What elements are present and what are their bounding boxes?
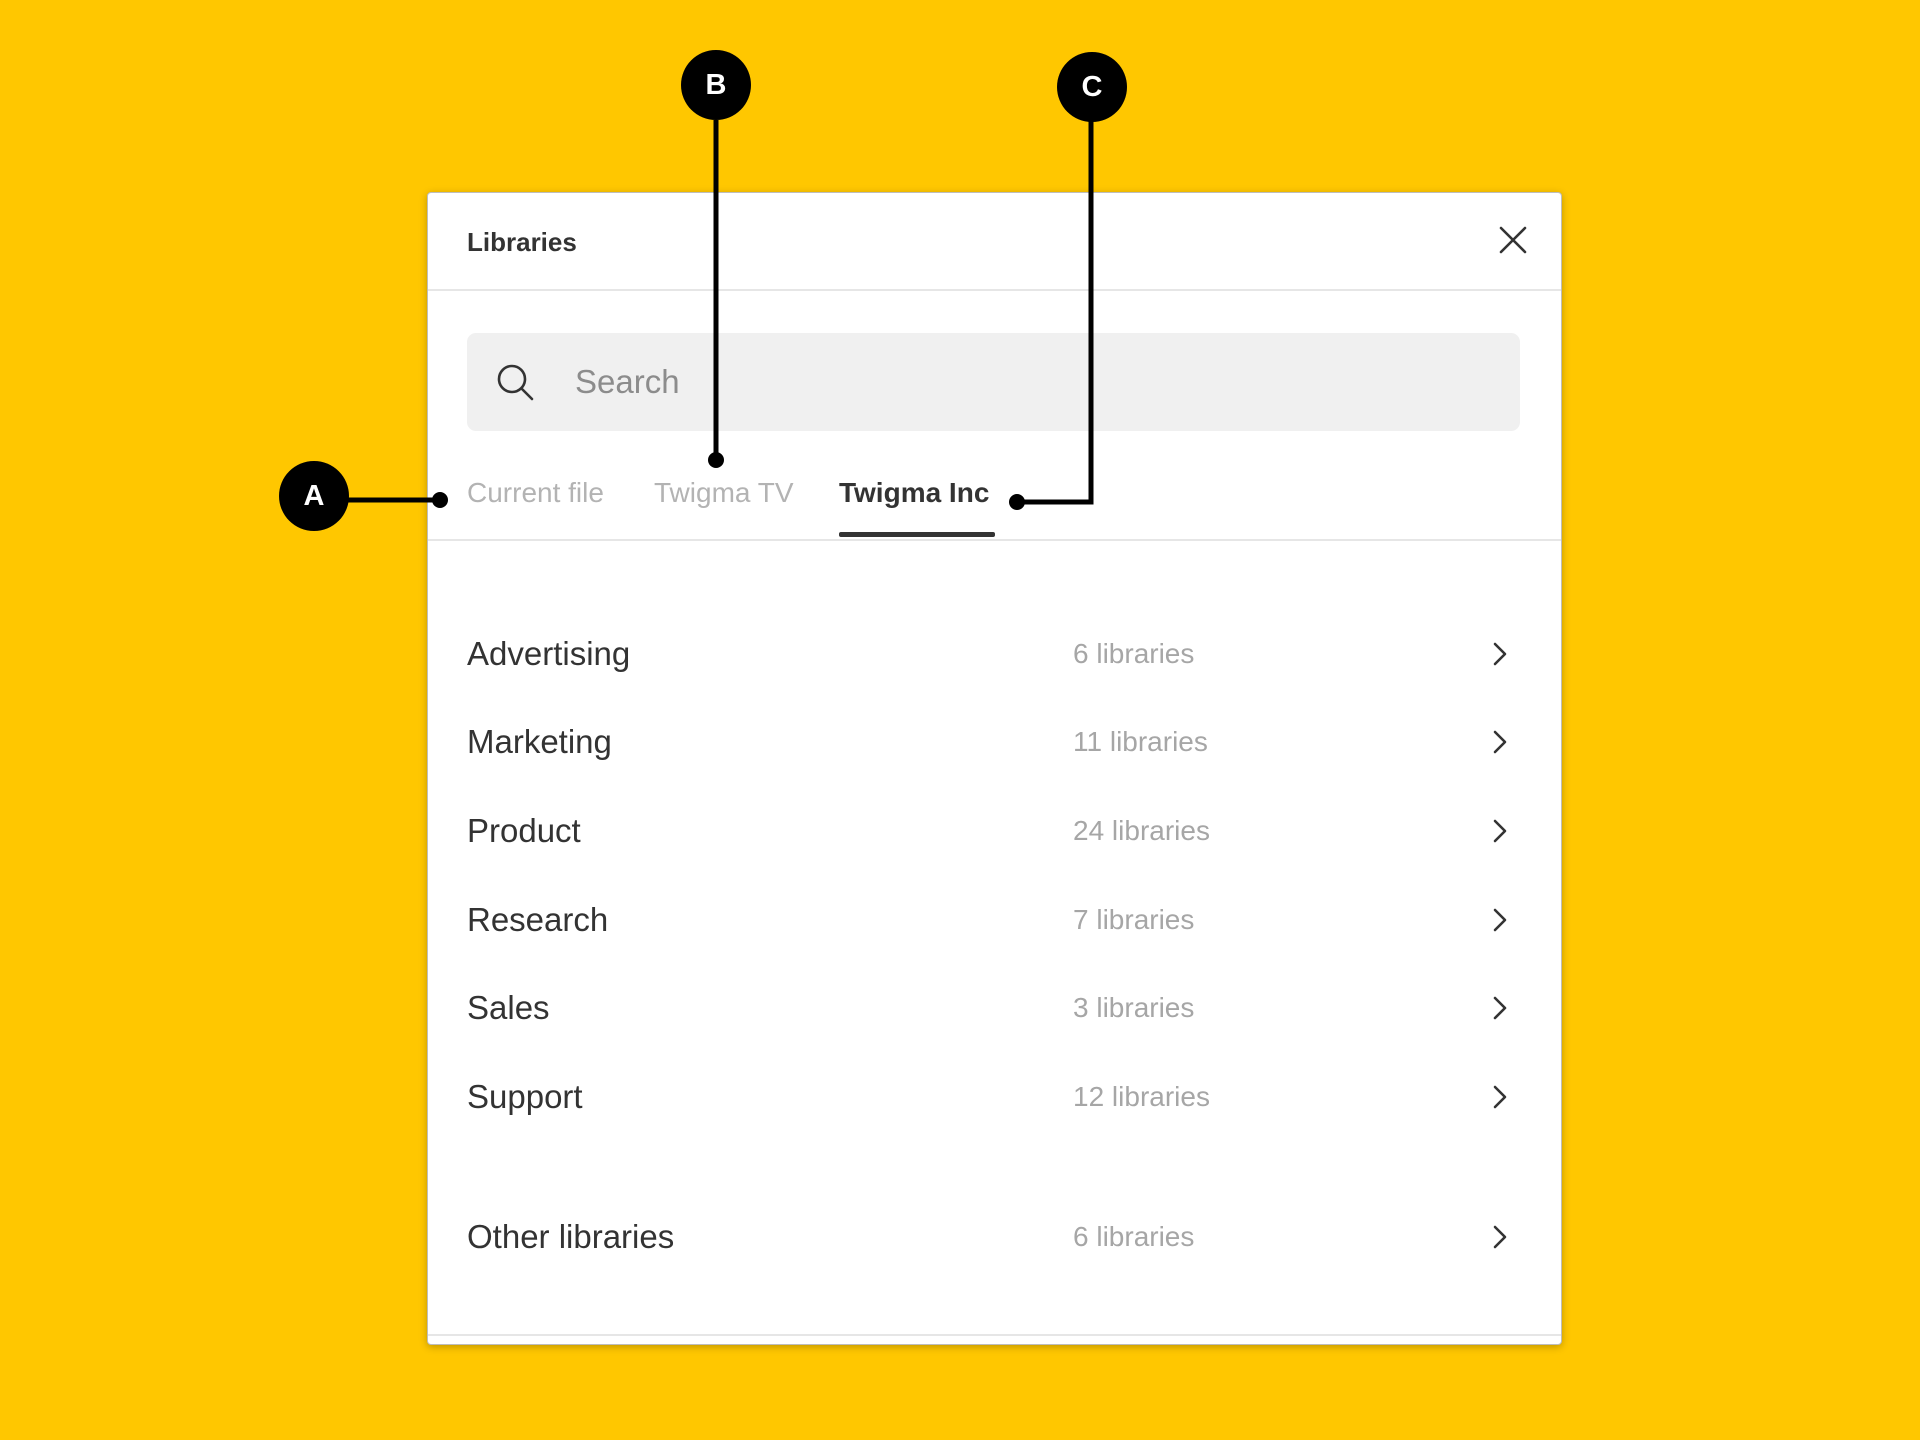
library-count: 7 libraries	[1073, 904, 1195, 935]
library-count: 11 libraries	[1073, 726, 1208, 757]
list-item-product[interactable]: Product 24 libraries	[428, 787, 1561, 875]
team-name: Sales	[467, 989, 550, 1026]
search-box[interactable]	[467, 333, 1520, 431]
tab-label: Twigma Inc	[839, 477, 990, 508]
library-count: 24 libraries	[1073, 815, 1210, 846]
panel-header: Libraries	[428, 193, 1561, 291]
list-item-marketing[interactable]: Marketing 11 libraries	[428, 698, 1561, 786]
chevron-right-icon	[1493, 819, 1507, 843]
library-count: 3 libraries	[1073, 992, 1195, 1023]
team-name: Support	[467, 1078, 583, 1115]
team-name: Advertising	[467, 635, 631, 672]
team-name: Marketing	[467, 723, 612, 760]
team-name: Research	[467, 901, 609, 938]
close-button[interactable]	[1495, 222, 1531, 258]
tab-twigma-inc[interactable]: Twigma Inc	[839, 473, 995, 539]
list-item-sales[interactable]: Sales 3 libraries	[428, 964, 1561, 1052]
chevron-right-icon	[1493, 908, 1507, 932]
tab-current-file[interactable]: Current file	[467, 473, 604, 539]
callout-a-badge: A	[279, 461, 349, 531]
libraries-panel: Libraries Current file Twigma TV Twigma …	[427, 192, 1562, 1345]
list-item-support[interactable]: Support 12 libraries	[428, 1053, 1561, 1141]
tab-bar: Current file Twigma TV Twigma Inc	[428, 473, 1561, 541]
close-icon	[1499, 226, 1527, 254]
team-name: Other libraries	[467, 1218, 675, 1255]
panel-title: Libraries	[467, 227, 577, 257]
tab-label: Current file	[467, 477, 604, 508]
chevron-right-icon	[1493, 1225, 1507, 1249]
list-item-research[interactable]: Research 7 libraries	[428, 876, 1561, 964]
chevron-right-icon	[1493, 1085, 1507, 1109]
tab-label: Twigma TV	[654, 477, 794, 508]
library-count: 6 libraries	[1073, 1221, 1195, 1252]
search-input[interactable]	[575, 357, 1475, 407]
active-tab-indicator	[839, 532, 995, 537]
library-count: 12 libraries	[1073, 1081, 1210, 1112]
chevron-right-icon	[1493, 730, 1507, 754]
list-item-advertising[interactable]: Advertising 6 libraries	[428, 610, 1561, 698]
list-divider	[428, 1334, 1561, 1336]
chevron-right-icon	[1493, 642, 1507, 666]
callout-b-badge: B	[681, 50, 751, 120]
library-count: 6 libraries	[1073, 638, 1195, 669]
tab-twigma-tv[interactable]: Twigma TV	[654, 473, 794, 539]
team-name: Product	[467, 812, 581, 849]
search-icon	[497, 364, 534, 401]
chevron-right-icon	[1493, 996, 1507, 1020]
callout-c-badge: C	[1057, 52, 1127, 122]
list-item-other-libraries[interactable]: Other libraries 6 libraries	[428, 1193, 1561, 1281]
